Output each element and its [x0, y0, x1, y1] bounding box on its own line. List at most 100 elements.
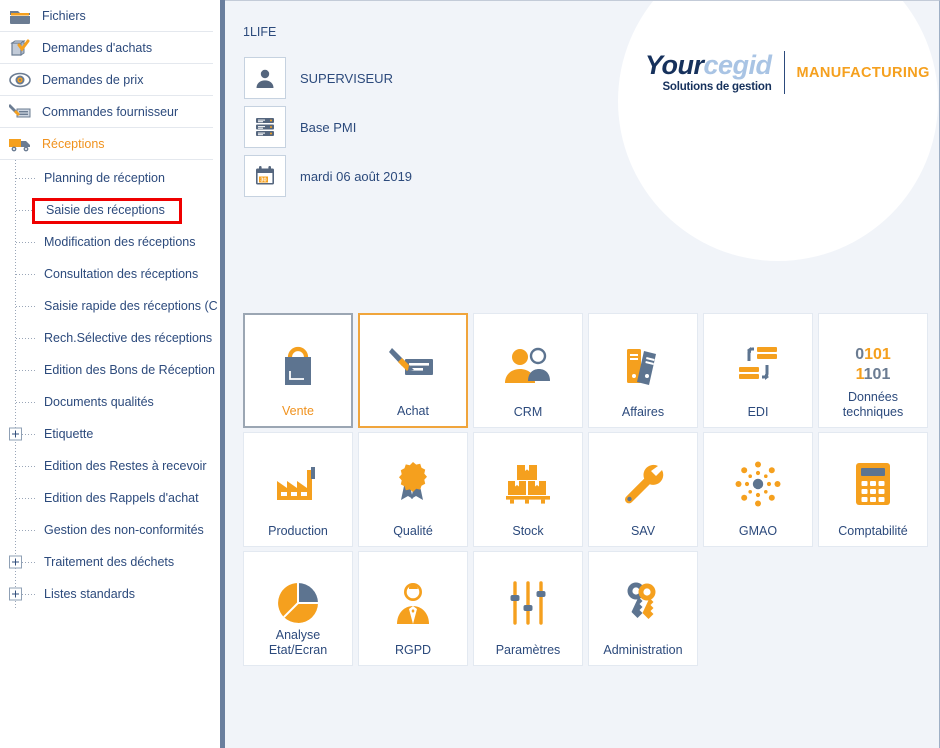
logo-product-name: MANUFACTURING: [796, 64, 930, 81]
expand-plus-icon[interactable]: [9, 555, 22, 569]
tile-production[interactable]: Production: [243, 432, 353, 547]
tree-item-traitement-des-d-chets[interactable]: Traitement des déchets: [0, 546, 220, 578]
tree-item-label-wrap: Traitement des déchets: [40, 553, 174, 571]
tile-analyse-etat-ecran[interactable]: Analyse Etat/Ecran: [243, 551, 353, 666]
sidebar-tree: Planning de réception Saisie des réceptio…: [0, 160, 220, 610]
tree-item-gestion-des-non-conformit-s[interactable]: Gestion des non-conformités: [0, 514, 220, 546]
two-people-icon: [504, 336, 552, 394]
logo-tagline: Solutions de gestion: [662, 80, 772, 93]
network-hub-icon: [735, 455, 781, 513]
logo-backdrop-circle: [618, 1, 938, 261]
logo-wordmark: Yourcegid: [645, 49, 772, 80]
tree-item-edition-des-restes-recevoir[interactable]: Edition des Restes à recevoir: [0, 450, 220, 482]
data-exchange-icon: [735, 336, 781, 394]
tree-item-label: Planning de réception: [44, 171, 165, 185]
tree-item-edition-des-bons-de-r-ception[interactable]: Edition des Bons de Réception: [0, 354, 220, 386]
tile-param-tres[interactable]: Paramètres: [473, 551, 583, 666]
tree-item-label: Etiquette: [44, 427, 94, 441]
sidebar-item-fichiers[interactable]: Fichiers: [0, 0, 220, 32]
tree-item-saisie-rapide-des-r-ceptions-c[interactable]: Saisie rapide des réceptions (C: [0, 290, 220, 322]
tile-label: SAV: [630, 523, 656, 538]
tree-item-listes-standards[interactable]: Listes standards: [0, 578, 220, 610]
tile-crm[interactable]: CRM: [473, 313, 583, 428]
tile-label: Qualité: [393, 523, 433, 538]
expand-plus-icon[interactable]: [9, 587, 22, 601]
tile-label: Administration: [603, 642, 683, 657]
application-window: Fichiers Demandes d'achats Demandes de pri…: [0, 0, 940, 748]
sliders-icon: [508, 574, 548, 632]
person-suit-icon: [393, 574, 433, 632]
tile-vente[interactable]: Vente: [243, 313, 353, 428]
tree-item-label-wrap: Rech.Sélective des réceptions: [40, 329, 212, 347]
purchase-request-icon: [6, 36, 34, 60]
logo-separator: [783, 51, 785, 94]
main-content: 1LIFE SUPERVISEUR Base PMI 30 mardi 06 août…: [220, 0, 940, 748]
expand-plus-icon[interactable]: [9, 427, 22, 441]
session-info-text: SUPERVISEUR: [300, 70, 393, 86]
tree-item-label: Rech.Sélective des réceptions: [44, 331, 213, 345]
tree-item-planning-de-r-ception[interactable]: Planning de réception: [0, 162, 220, 194]
tree-item-rech-s-lective-des-r-ceptions[interactable]: Rech.Sélective des réceptions: [0, 322, 220, 354]
tree-item-label-wrap: Planning de réception: [40, 169, 165, 187]
tree-item-label: Edition des Rappels d'achat: [44, 491, 199, 505]
tree-item-modification-des-r-ceptions[interactable]: Modification des réceptions: [0, 226, 220, 258]
session-info-text: mardi 06 août 2019: [300, 168, 413, 184]
tile-qualit[interactable]: Qualité: [358, 432, 468, 547]
sidebar-item-commandes-fournisseur[interactable]: Commandes fournisseur: [0, 96, 220, 128]
tile-edi[interactable]: EDI: [703, 313, 813, 428]
tree-item-label: Edition des Bons de Réception: [44, 363, 215, 377]
truck-icon: [6, 132, 34, 156]
tree-connector: [16, 370, 36, 371]
tree-connector: [16, 306, 36, 307]
tile-affaires[interactable]: Affaires: [588, 313, 698, 428]
tile-label: Analyse Etat/Ecran: [268, 628, 328, 657]
tree-item-edition-des-rappels-d-achat[interactable]: Edition des Rappels d'achat: [0, 482, 220, 514]
tile-gmao[interactable]: GMAO: [703, 432, 813, 547]
session-info-row: 30 mardi 06 août 2019: [244, 155, 412, 197]
tree-item-label: Edition des Restes à recevoir: [44, 459, 207, 473]
tile-stock[interactable]: Stock: [473, 432, 583, 547]
tile-label: Stock: [512, 523, 544, 538]
tree-item-label-wrap: Etiquette: [40, 425, 93, 443]
database-icon: [244, 106, 286, 148]
sidebar-item-demandes-de-prix[interactable]: Demandes de prix: [0, 64, 220, 96]
tree-item-consultation-des-r-ceptions[interactable]: Consultation des réceptions: [0, 258, 220, 290]
tile-achat[interactable]: Achat: [358, 313, 468, 428]
tree-connector: [16, 274, 36, 275]
tree-item-label-wrap: Edition des Restes à recevoir: [40, 457, 207, 475]
tile-label: CRM: [513, 404, 543, 419]
tree-item-saisie-des-r-ceptions[interactable]: Saisie des réceptions: [0, 194, 220, 226]
tree-item-label: Documents qualités: [44, 395, 154, 409]
sidebar-navigation: Fichiers Demandes d'achats Demandes de pri…: [0, 0, 220, 748]
sidebar-item-label: Commandes fournisseur: [42, 104, 179, 119]
sidebar-main-divider[interactable]: [220, 0, 225, 748]
session-info-text: Base PMI: [300, 119, 357, 135]
tree-item-label-wrap: Gestion des non-conformités: [40, 521, 204, 539]
logo-your: Your: [645, 49, 704, 80]
sidebar-item-r-ceptions[interactable]: Réceptions: [0, 128, 220, 160]
tile-label: Vente: [282, 403, 314, 418]
session-info-list: SUPERVISEUR Base PMI 30 mardi 06 août 2019: [244, 57, 412, 204]
binders-icon: [622, 336, 664, 394]
tree-item-label: Saisie rapide des réceptions (C: [44, 299, 218, 313]
tile-label: GMAO: [738, 523, 778, 538]
sidebar-item-demandes-d-achats[interactable]: Demandes d'achats: [0, 32, 220, 64]
tile-comptabilit[interactable]: Comptabilité: [818, 432, 928, 547]
tree-connector: [16, 178, 36, 179]
tree-item-documents-qualit-s[interactable]: Documents qualités: [0, 386, 220, 418]
calendar-icon: 30: [244, 155, 286, 197]
supplier-order-icon: [6, 100, 34, 124]
factory-icon: [275, 455, 321, 513]
boxes-pallet-icon: [505, 455, 551, 513]
tree-item-etiquette[interactable]: Etiquette: [0, 418, 220, 450]
tile-donn-es-techniques[interactable]: 0101 1101 Données techniques: [818, 313, 928, 428]
folder-icon: [6, 4, 34, 28]
tile-rgpd[interactable]: RGPD: [358, 551, 468, 666]
keys-icon: [623, 574, 663, 632]
tree-item-label: Gestion des non-conformités: [44, 523, 204, 537]
sidebar-item-label: Réceptions: [42, 136, 105, 151]
site-code: 1LIFE: [243, 25, 277, 39]
tree-connector: [16, 338, 36, 339]
tile-administration[interactable]: Administration: [588, 551, 698, 666]
tile-sav[interactable]: SAV: [588, 432, 698, 547]
